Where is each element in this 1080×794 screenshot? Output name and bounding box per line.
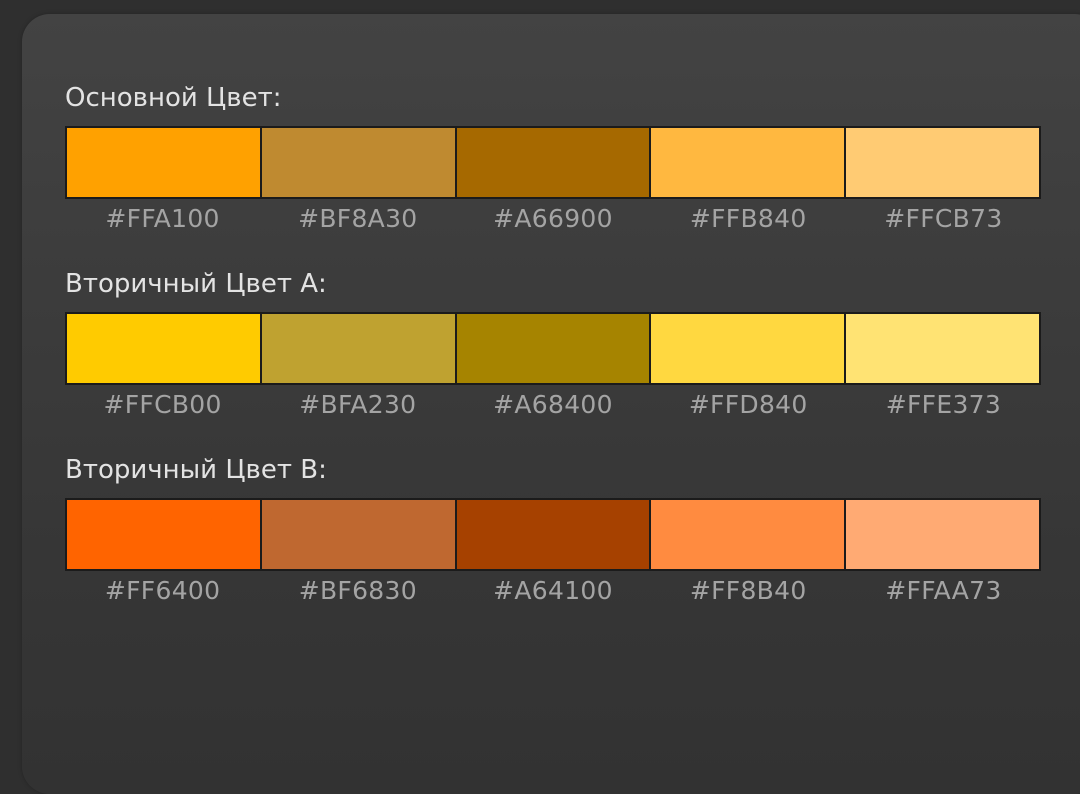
color-swatch[interactable]	[454, 500, 650, 569]
hex-code-label: #BFA230	[299, 390, 417, 419]
color-swatch[interactable]	[649, 128, 845, 197]
palette-title: Вторичный Цвет B:	[65, 455, 327, 485]
color-swatch[interactable]	[259, 500, 455, 569]
color-swatch[interactable]	[67, 314, 260, 383]
hex-code-label: #FFE373	[885, 390, 1002, 419]
hex-code-label: #FF8B40	[689, 576, 807, 605]
hex-code-label: #FFCB00	[103, 390, 222, 419]
hex-code-label: #FFD840	[688, 390, 808, 419]
palette-title: Основной Цвет:	[65, 83, 282, 113]
hex-label-row: #FFA100 #BF8A30 #A66900 #FFB840 #FFCB73	[65, 203, 1041, 235]
color-swatch[interactable]	[844, 500, 1039, 569]
hex-code-label: #BF6830	[298, 576, 417, 605]
hex-code-label: #FFCB73	[884, 204, 1003, 233]
color-swatch[interactable]	[454, 314, 650, 383]
color-swatch[interactable]	[67, 128, 260, 197]
color-swatch[interactable]	[649, 314, 845, 383]
color-swatch[interactable]	[844, 128, 1039, 197]
hex-label-row: #FFCB00 #BFA230 #A68400 #FFD840 #FFE373	[65, 389, 1041, 421]
hex-label-row: #FF6400 #BF6830 #A64100 #FF8B40 #FFAA73	[65, 575, 1041, 607]
color-swatch[interactable]	[844, 314, 1039, 383]
hex-code-label: #A64100	[493, 576, 613, 605]
color-swatch[interactable]	[259, 314, 455, 383]
hex-code-label: #FFA100	[105, 204, 220, 233]
swatch-row	[65, 312, 1041, 385]
hex-code-label: #A66900	[493, 204, 613, 233]
hex-code-label: #FFB840	[689, 204, 807, 233]
color-swatch[interactable]	[67, 500, 260, 569]
color-swatch[interactable]	[454, 128, 650, 197]
swatch-row	[65, 498, 1041, 571]
hex-code-label: #FF6400	[104, 576, 221, 605]
palette-title: Вторичный Цвет А:	[65, 269, 327, 299]
color-swatch[interactable]	[649, 500, 845, 569]
hex-code-label: #A68400	[493, 390, 613, 419]
hex-code-label: #BF8A30	[298, 204, 418, 233]
swatch-row	[65, 126, 1041, 199]
color-swatch[interactable]	[259, 128, 455, 197]
hex-code-label: #FFAA73	[885, 576, 1002, 605]
